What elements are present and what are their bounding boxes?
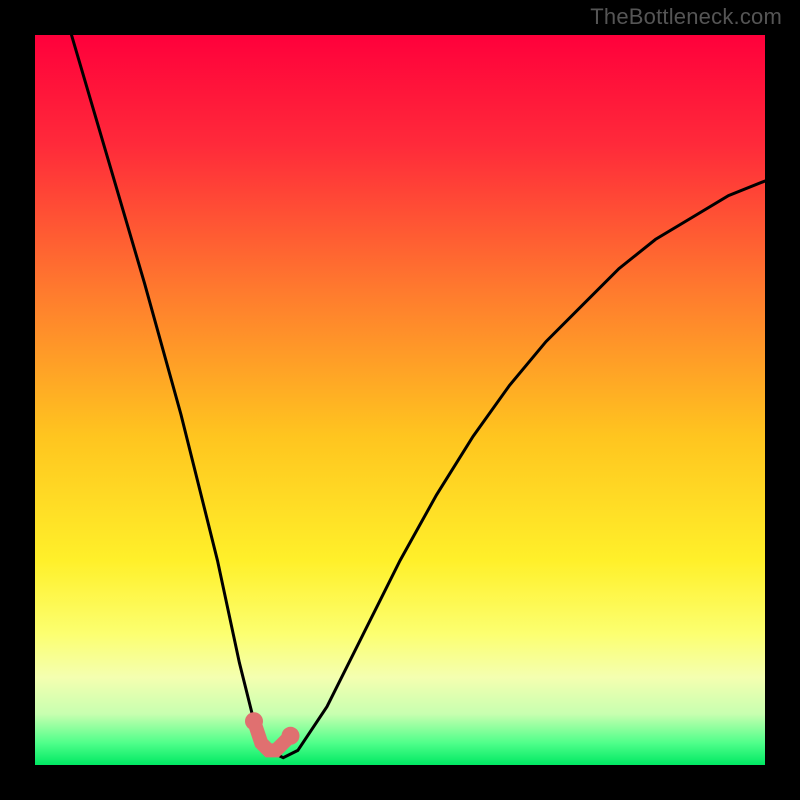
- curve-layer: [35, 35, 765, 765]
- highlight-dot: [282, 727, 300, 745]
- watermark-text: TheBottleneck.com: [590, 4, 782, 30]
- bottleneck-curve: [72, 35, 766, 758]
- highlight-dot: [245, 712, 263, 730]
- plot-area: [35, 35, 765, 765]
- chart-frame: TheBottleneck.com: [0, 0, 800, 800]
- bottleneck-highlight: [245, 712, 300, 750]
